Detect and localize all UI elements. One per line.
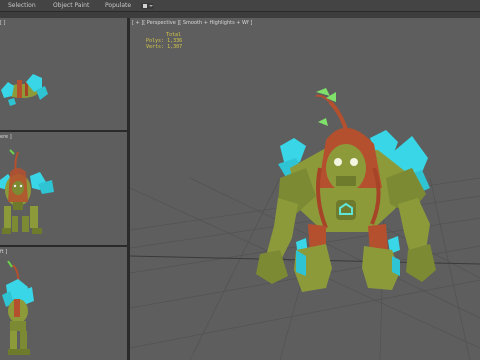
model-top-view	[1, 74, 48, 106]
viewport-perspective[interactable]: [ + ][ Perspective ][ Smooth + Highlight…	[130, 18, 480, 360]
model-left-view	[2, 260, 34, 355]
ribbon-options-icon[interactable]	[141, 3, 153, 9]
viewport-front[interactable]: ere ]	[0, 132, 127, 245]
tab-object-paint[interactable]: Object Paint	[53, 1, 89, 11]
ribbon-tabs: Selection Object Paint Populate	[0, 0, 480, 12]
model-front-view	[0, 149, 54, 234]
tab-populate[interactable]: Populate	[105, 1, 131, 11]
viewport-top[interactable]: [ ]	[0, 18, 127, 130]
viewport-left[interactable]: ft ]	[0, 247, 127, 360]
perspective-scene	[130, 88, 480, 360]
tab-selection[interactable]: Selection	[8, 1, 36, 11]
